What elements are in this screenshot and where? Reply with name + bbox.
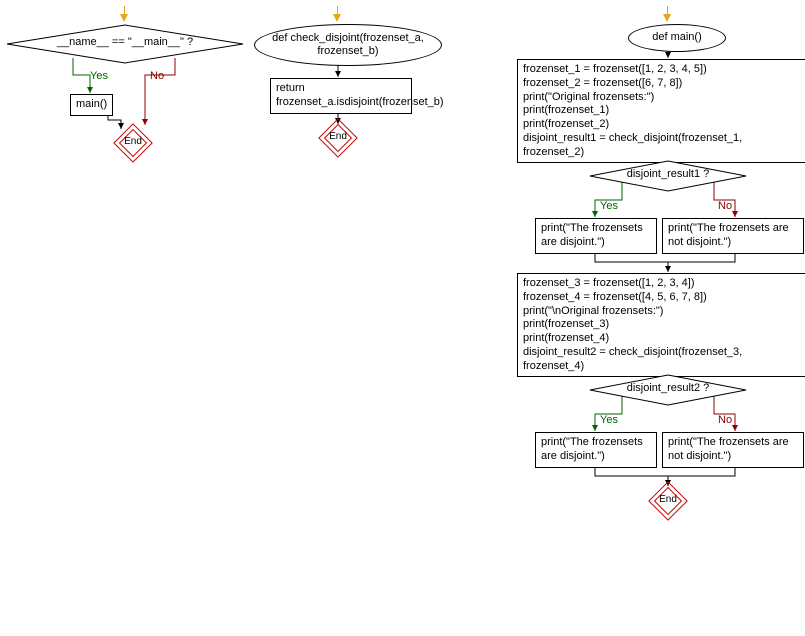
end-text-1: End — [118, 136, 148, 147]
end-node-2: End — [323, 123, 353, 153]
code-line: disjoint_result1 = check_disjoint(frozen… — [523, 132, 803, 160]
code-line: print(frozenset_3) — [523, 318, 803, 332]
code-line: print("The frozensets — [541, 436, 651, 450]
check-disjoint-body-text: return frozenset_a.isdisjoint(frozenset_… — [276, 82, 444, 108]
decision-result1-wrap: disjoint_result1 ? — [588, 168, 748, 180]
code-line: are disjoint.") — [541, 450, 651, 464]
main-call-text: main() — [76, 98, 107, 110]
entry-arrow-1 — [120, 14, 128, 22]
check-disjoint-def: def check_disjoint(frozenset_a, frozense… — [254, 24, 442, 66]
code-line: print("Original frozensets:") — [523, 91, 803, 105]
end-text-3: End — [653, 494, 683, 505]
entry-arrow-2 — [333, 14, 341, 22]
code-line: not disjoint.") — [668, 450, 798, 464]
decision-text: __name__ == "__main__" ? — [57, 36, 193, 48]
decision-name-main-text: __name__ == "__main__" ? — [5, 36, 245, 48]
d1-no-box: print("The frozensets arenot disjoint.") — [662, 218, 804, 254]
yes-label-3a: Yes — [600, 200, 618, 212]
main-block1: frozenset_1 = frozenset([1, 2, 3, 4, 5])… — [517, 59, 805, 163]
check-disjoint-def-text: def check_disjoint(frozenset_a, frozense… — [263, 32, 433, 58]
d2-yes-box: print("The frozensetsare disjoint.") — [535, 432, 657, 468]
code-line: frozenset_3 = frozenset([1, 2, 3, 4]) — [523, 277, 803, 291]
d2-no-box: print("The frozensets arenot disjoint.") — [662, 432, 804, 468]
decision-result1-text: disjoint_result1 ? — [627, 168, 710, 180]
main-block2: frozenset_3 = frozenset([1, 2, 3, 4])fro… — [517, 273, 805, 377]
yes-label-1: Yes — [90, 70, 108, 82]
code-line: print(frozenset_2) — [523, 118, 803, 132]
entry-arrow-3 — [663, 14, 671, 22]
end-text-2: End — [323, 131, 353, 142]
code-line: print("\nOriginal frozensets:") — [523, 305, 803, 319]
code-line: are disjoint.") — [541, 236, 651, 250]
no-label-3a: No — [718, 200, 732, 212]
code-line: print("The frozensets are — [668, 222, 798, 236]
end-node-1: End — [118, 128, 148, 158]
main-def: def main() — [628, 24, 726, 52]
check-disjoint-body: return frozenset_a.isdisjoint(frozenset_… — [270, 78, 412, 114]
yes-label-3b: Yes — [600, 414, 618, 426]
entry-stem-3 — [667, 6, 668, 14]
code-line: disjoint_result2 = check_disjoint(frozen… — [523, 346, 803, 374]
code-line: print("The frozensets are — [668, 436, 798, 450]
d1-yes-box: print("The frozensetsare disjoint.") — [535, 218, 657, 254]
code-line: frozenset_4 = frozenset([4, 5, 6, 7, 8]) — [523, 291, 803, 305]
no-label-3b: No — [718, 414, 732, 426]
code-line: print(frozenset_4) — [523, 332, 803, 346]
code-line: not disjoint.") — [668, 236, 798, 250]
main-def-text: def main() — [652, 31, 702, 44]
end-node-3: End — [653, 486, 683, 516]
entry-stem-1 — [124, 6, 125, 14]
code-line: frozenset_2 = frozenset([6, 7, 8]) — [523, 77, 803, 91]
main-call-box: main() — [70, 94, 113, 116]
entry-stem-2 — [337, 6, 338, 14]
decision-result2-wrap: disjoint_result2 ? — [588, 382, 748, 394]
code-line: print("The frozensets — [541, 222, 651, 236]
no-label-1: No — [150, 70, 164, 82]
code-line: frozenset_1 = frozenset([1, 2, 3, 4, 5]) — [523, 63, 803, 77]
decision-result2-text: disjoint_result2 ? — [627, 382, 710, 394]
code-line: print(frozenset_1) — [523, 104, 803, 118]
